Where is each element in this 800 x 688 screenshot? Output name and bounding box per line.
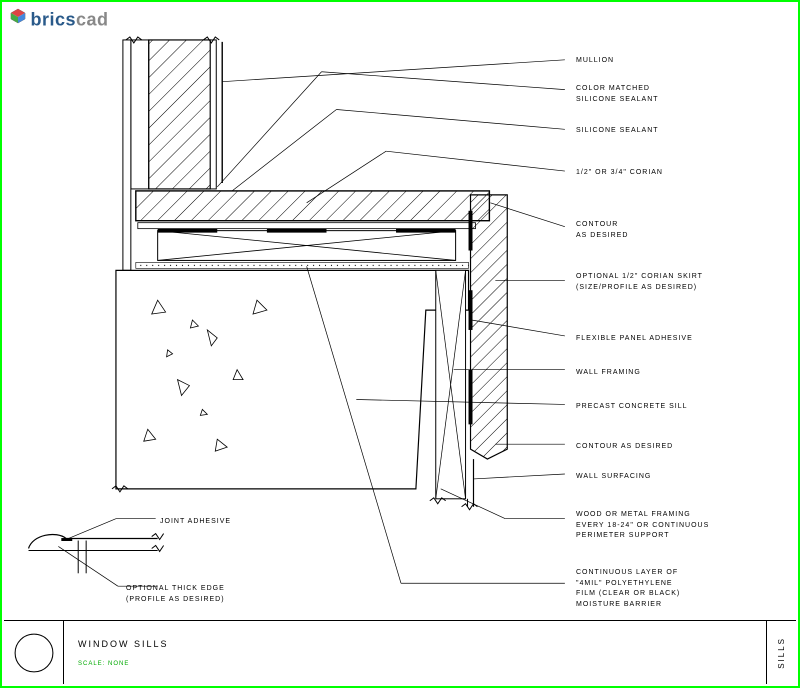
drawing-title: WINDOW SILLS (78, 639, 752, 649)
app-frame: bricscad (0, 0, 800, 688)
logo-text: bricscad (30, 9, 108, 29)
drawing-area: MULLION COLOR MATCHED SILICONE SEALANT S… (8, 32, 792, 616)
title-marker (4, 621, 64, 684)
title-text-area: WINDOW SILLS SCALE: NONE (64, 621, 766, 684)
sheet-name: SILLS (777, 637, 786, 669)
logo-icon (10, 8, 26, 24)
title-block: WINDOW SILLS SCALE: NONE SILLS (4, 620, 796, 684)
cad-drawing (8, 32, 792, 616)
drawing-scale: SCALE: NONE (78, 661, 752, 667)
sheet-label: SILLS (766, 621, 796, 684)
logo: bricscad (10, 8, 109, 30)
